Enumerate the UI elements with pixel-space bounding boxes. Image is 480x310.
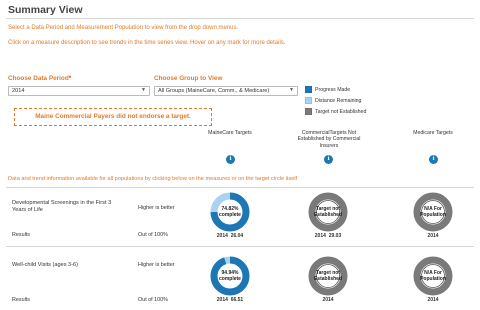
ring-result-values: 2014 26.04 xyxy=(210,233,250,239)
column-header-commercial: CommercialTargets Not Established by Com… xyxy=(297,130,361,149)
group-select-value: All Groups (MaineCare, Comm., & Medicare… xyxy=(158,88,270,94)
ring-year: 2014 xyxy=(427,233,439,239)
target-ring[interactable]: 94.94% complete xyxy=(210,256,250,296)
legend-item-remaining: Distance Remaining xyxy=(305,95,366,106)
legend-item-progress: Progress Made xyxy=(305,84,366,95)
ring-value: 29.03 xyxy=(328,233,342,239)
ring-result-values: 2014 66.51 xyxy=(210,297,250,303)
data-note: Data and trend information available for… xyxy=(8,176,298,182)
note-divider xyxy=(6,187,474,188)
target-ring[interactable]: 74.82% complete xyxy=(210,192,250,232)
target-ring-medicare[interactable]: N/A For Population 2014 xyxy=(413,192,453,239)
results-label: Results xyxy=(12,297,30,303)
ring-result-values: 2014 29.03 xyxy=(308,233,348,239)
ring-year: 2014 xyxy=(314,233,326,239)
measure-name-link[interactable]: Developmental Screenings in the First 3 … xyxy=(12,200,122,214)
out-of-label: Out of 100% xyxy=(138,232,168,238)
legend-label: Target not Established xyxy=(315,108,367,115)
ring-label: N/A For Population xyxy=(420,270,446,282)
ring-label: Target not Established xyxy=(313,270,343,282)
ring-value: 66.51 xyxy=(230,297,244,303)
ring-label: 94.94% complete xyxy=(219,270,241,282)
ring-label: Target not Established xyxy=(313,206,343,218)
required-marker: * xyxy=(68,75,72,82)
row-divider xyxy=(6,246,474,247)
chevron-down-icon: ▼ xyxy=(289,87,294,93)
period-label-text: Choose Data Period xyxy=(8,75,69,82)
target-ring[interactable]: N/A For Population xyxy=(413,192,453,232)
legend-swatch xyxy=(305,97,312,104)
measure-direction: Higher is better xyxy=(138,205,175,211)
target-ring-commercial[interactable]: Target not Established 2014 xyxy=(308,256,348,303)
legend-swatch xyxy=(305,108,312,115)
target-ring[interactable]: Target not Established xyxy=(308,256,348,296)
ring-result-values: 2014 xyxy=(308,297,348,303)
out-of-label: Out of 100% xyxy=(138,297,168,303)
period-select[interactable]: 2014 ▼ xyxy=(8,86,150,96)
column-header-medicare: Medicare Targets xyxy=(413,130,453,136)
target-ring-mainecare[interactable]: 94.94% complete 2014 66.51 xyxy=(210,256,250,303)
ring-label: N/A For Population xyxy=(420,206,446,218)
info-icon[interactable]: i xyxy=(324,155,333,164)
ring-year: 2014 xyxy=(216,297,228,303)
legend-item-not-established: Target not Established xyxy=(305,106,366,117)
chevron-down-icon: ▼ xyxy=(141,87,146,93)
ring-result-values: 2014 xyxy=(413,297,453,303)
legend-label: Distance Remaining xyxy=(315,97,362,104)
ring-result-values: 2014 xyxy=(413,233,453,239)
results-label: Results xyxy=(12,232,30,238)
period-label: Choose Data Period* xyxy=(8,75,71,82)
target-ring[interactable]: Target not Established xyxy=(308,192,348,232)
target-ring-commercial[interactable]: Target not Established 2014 29.03 xyxy=(308,192,348,239)
target-ring-medicare[interactable]: N/A For Population 2014 xyxy=(413,256,453,303)
instructions-line-2: Click on a measure description to see tr… xyxy=(8,40,286,46)
measure-name-link[interactable]: Well-child Visits (ages 3-6) xyxy=(12,262,122,269)
legend-swatch xyxy=(305,86,312,93)
measure-direction: Higher is better xyxy=(138,262,175,268)
legend-label: Progress Made xyxy=(315,86,351,93)
ring-year: 2014 xyxy=(322,297,334,303)
ring-label: 74.82% complete xyxy=(219,206,241,218)
header-divider xyxy=(6,18,474,19)
group-label: Choose Group to View xyxy=(154,75,223,82)
ring-value: 26.04 xyxy=(230,233,244,239)
info-icon[interactable]: i xyxy=(429,155,438,164)
info-icon[interactable]: i xyxy=(226,155,235,164)
target-notice: Maine Commercial Payers did not endorse … xyxy=(14,108,212,126)
ring-year: 2014 xyxy=(216,233,228,239)
ring-year: 2014 xyxy=(427,297,439,303)
target-ring[interactable]: N/A For Population xyxy=(413,256,453,296)
column-header-mainecare: MaineCare Targets xyxy=(208,130,252,136)
group-select[interactable]: All Groups (MaineCare, Comm., & Medicare… xyxy=(154,86,298,96)
instructions-line-1: Select a Data Period and Measurement Pop… xyxy=(8,25,239,31)
target-ring-mainecare[interactable]: 74.82% complete 2014 26.04 xyxy=(210,192,250,239)
legend: Progress Made Distance Remaining Target … xyxy=(305,84,366,117)
period-select-value: 2014 xyxy=(12,88,25,94)
page-title: Summary View xyxy=(8,4,83,16)
